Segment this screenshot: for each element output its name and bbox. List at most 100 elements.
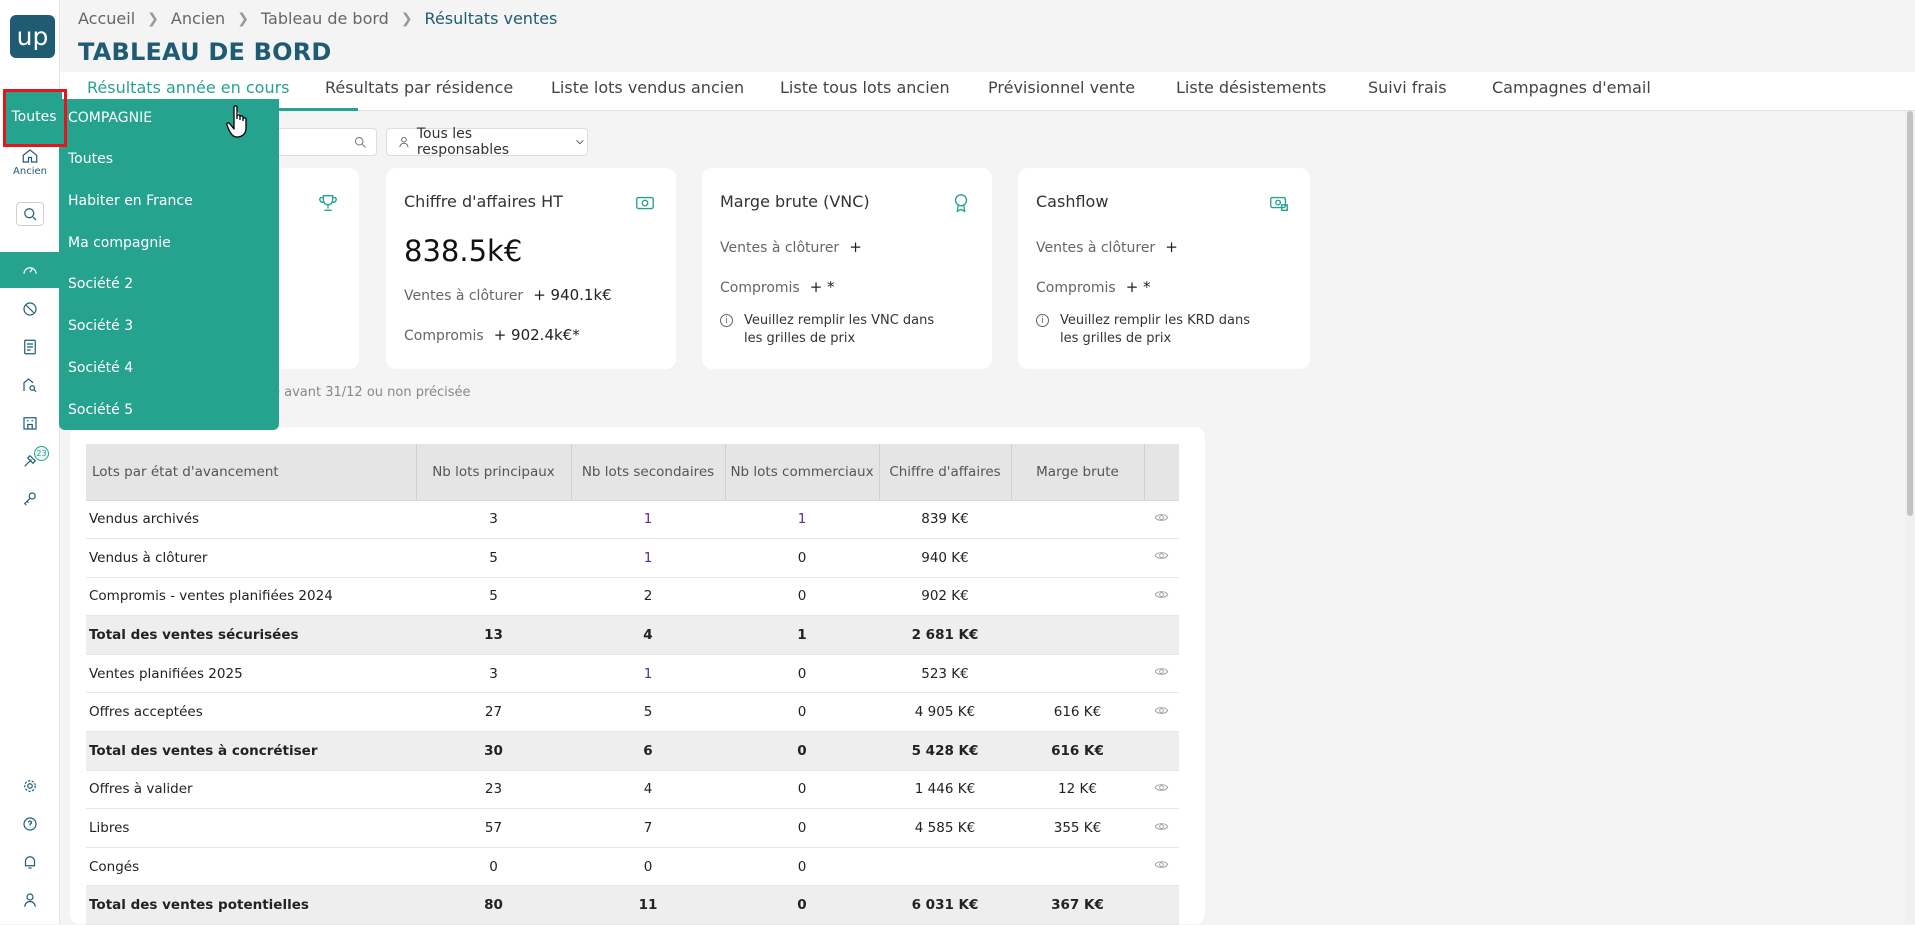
hand-cursor-icon — [226, 105, 247, 138]
cell-chiffre-affaires: 5 428 K€ — [879, 731, 1011, 771]
dropdown-option[interactable]: Habiter en France — [68, 193, 193, 209]
dropdown-option[interactable]: Société 2 — [68, 276, 133, 292]
eye-icon[interactable] — [1154, 551, 1169, 567]
card-row-value: + 902.4k€* — [493, 326, 580, 344]
eye-icon[interactable] — [1154, 860, 1169, 876]
eye-icon[interactable] — [1154, 513, 1169, 529]
row-action-cell — [1144, 692, 1179, 733]
sidebar-item-buildings[interactable] — [0, 405, 60, 441]
card-row: Compromis + * — [720, 278, 835, 296]
tab-previsionnel[interactable]: Prévisionnel vente — [988, 78, 1135, 97]
dropdown-option[interactable]: Société 4 — [68, 360, 133, 376]
tab-campagnes-email[interactable]: Campagnes d'email — [1492, 78, 1651, 97]
info-icon: i — [720, 314, 733, 327]
tab-suivi-frais[interactable]: Suivi frais — [1368, 78, 1447, 97]
sidebar-item-settings[interactable] — [0, 768, 60, 804]
row-label: Total des ventes sécurisées — [86, 615, 416, 655]
sidebar-search-button[interactable] — [0, 196, 60, 232]
cell-principaux: 0 — [416, 847, 571, 887]
column-header[interactable]: Nb lots secondaires — [570, 444, 725, 501]
table-header-row: Lots par état d'avancement Nb lots princ… — [86, 444, 1179, 501]
cell-chiffre-affaires: 6 031 K€ — [879, 885, 1011, 925]
row-action-cell — [1144, 615, 1179, 655]
search-icon — [355, 137, 366, 148]
user-icon — [399, 136, 409, 148]
dropdown-option[interactable]: Ma compagnie — [68, 235, 171, 251]
breadcrumb: Accueil ❯ Ancien ❯ Tableau de bord ❯ Rés… — [78, 9, 557, 28]
cell-chiffre-affaires: 902 K€ — [879, 577, 1011, 617]
dropdown-header: Compagnie — [68, 110, 153, 126]
sidebar-item-keys[interactable] — [0, 481, 60, 517]
cell-secondaires: 0 — [571, 847, 725, 887]
column-header[interactable]: Lots par état d'avancement — [86, 444, 416, 501]
tab-resultats-residence[interactable]: Résultats par résidence — [325, 78, 513, 97]
card-row-value: + 940.1k€ — [533, 286, 612, 304]
cell-chiffre-affaires: 2 681 K€ — [879, 615, 1011, 655]
table-row: Compromis - ventes planifiées 2024 5 2 0 902… — [86, 577, 1179, 617]
card-chiffre-affaires: Chiffre d'affaires HT 838.5k€ Ventes à c… — [386, 168, 676, 369]
eye-icon[interactable] — [1154, 667, 1169, 683]
card-note: i Veuillez remplir les KRD dans les gril… — [1036, 312, 1266, 348]
app-logo[interactable]: up — [10, 15, 55, 58]
column-header[interactable]: Nb lots principaux — [415, 444, 571, 501]
sidebar-item-properties[interactable] — [0, 367, 60, 403]
row-action-cell — [1144, 731, 1179, 771]
cell-marge-brute: 367 K€ — [1011, 885, 1144, 925]
cell-principaux: 3 — [416, 654, 571, 694]
sidebar-item-ancien[interactable]: Ancien — [0, 142, 60, 182]
responsable-select-value: Tous les responsables — [416, 126, 510, 158]
cell-commerciaux: 0 — [725, 692, 879, 733]
row-action-cell — [1144, 654, 1179, 694]
tab-lots-vendus[interactable]: Liste lots vendus ancien — [551, 78, 744, 97]
cell-principaux: 27 — [416, 692, 571, 733]
key-icon — [23, 492, 36, 506]
sidebar-item-profile[interactable] — [0, 882, 60, 918]
eye-icon[interactable] — [1154, 706, 1169, 722]
sidebar-item-dashboard[interactable] — [0, 252, 60, 288]
eye-icon[interactable] — [1154, 783, 1169, 799]
lots-table: Lots par état d'avancement Nb lots princ… — [86, 444, 1179, 925]
cell-principaux: 5 — [416, 577, 571, 617]
tab-desistements[interactable]: Liste désistements — [1176, 78, 1326, 97]
cell-principaux: 30 — [416, 731, 571, 771]
sidebar-item-tools[interactable] — [0, 443, 60, 479]
cell-principaux: 13 — [416, 615, 571, 655]
cash-icon — [1268, 192, 1290, 214]
eye-icon[interactable] — [1154, 590, 1169, 606]
breadcrumb-current: Résultats ventes — [424, 9, 558, 28]
eye-icon[interactable] — [1154, 822, 1169, 838]
breadcrumb-item[interactable]: Ancien — [171, 9, 225, 28]
cell-commerciaux: 0 — [725, 654, 879, 694]
sidebar-item-help[interactable] — [0, 806, 60, 842]
breadcrumb-item[interactable]: Tableau de bord — [261, 9, 389, 28]
tab-resultats-annee[interactable]: Résultats année en cours — [87, 78, 290, 97]
column-header[interactable]: Marge brute — [1010, 444, 1144, 501]
card-note-text: Veuillez remplir les KRD dans les grille… — [1060, 313, 1251, 346]
row-action-cell — [1144, 538, 1179, 578]
sidebar-item-notifications[interactable] — [0, 844, 60, 880]
scrollbar-thumb[interactable] — [1907, 111, 1913, 516]
cell-secondaires: 1 — [571, 500, 725, 540]
sidebar-item-sales[interactable] — [0, 291, 60, 327]
tab-tous-lots[interactable]: Liste tous lots ancien — [780, 78, 950, 97]
trophy-icon — [317, 192, 339, 214]
chevron-right-icon: ❯ — [400, 10, 413, 27]
dropdown-option[interactable]: Toutes — [68, 151, 113, 167]
dropdown-option[interactable]: Société 5 — [68, 402, 133, 418]
sidebar-item-documents[interactable] — [0, 329, 60, 365]
card-row: Ventes à clôturer + 940.1k€ — [404, 286, 612, 304]
card-row-value: + — [849, 238, 862, 256]
column-header[interactable]: Nb lots commerciaux — [724, 444, 879, 501]
card-note: i Veuillez remplir les VNC dans les gril… — [720, 312, 950, 348]
vertical-scrollbar[interactable] — [1905, 111, 1915, 924]
dropdown-option[interactable]: Société 3 — [68, 318, 133, 334]
award-icon — [950, 192, 972, 214]
column-header[interactable]: Chiffre d'affaires — [878, 444, 1011, 501]
row-label: Compromis - ventes planifiées 2024 — [86, 577, 416, 617]
notification-badge: 23 — [34, 446, 49, 461]
card-title: Marge brute (VNC) — [720, 192, 870, 211]
tag-cancel-icon — [23, 302, 37, 316]
cell-marge-brute — [1011, 538, 1144, 578]
responsable-select[interactable]: Tous les responsables — [386, 126, 588, 158]
breadcrumb-item[interactable]: Accueil — [78, 9, 135, 28]
